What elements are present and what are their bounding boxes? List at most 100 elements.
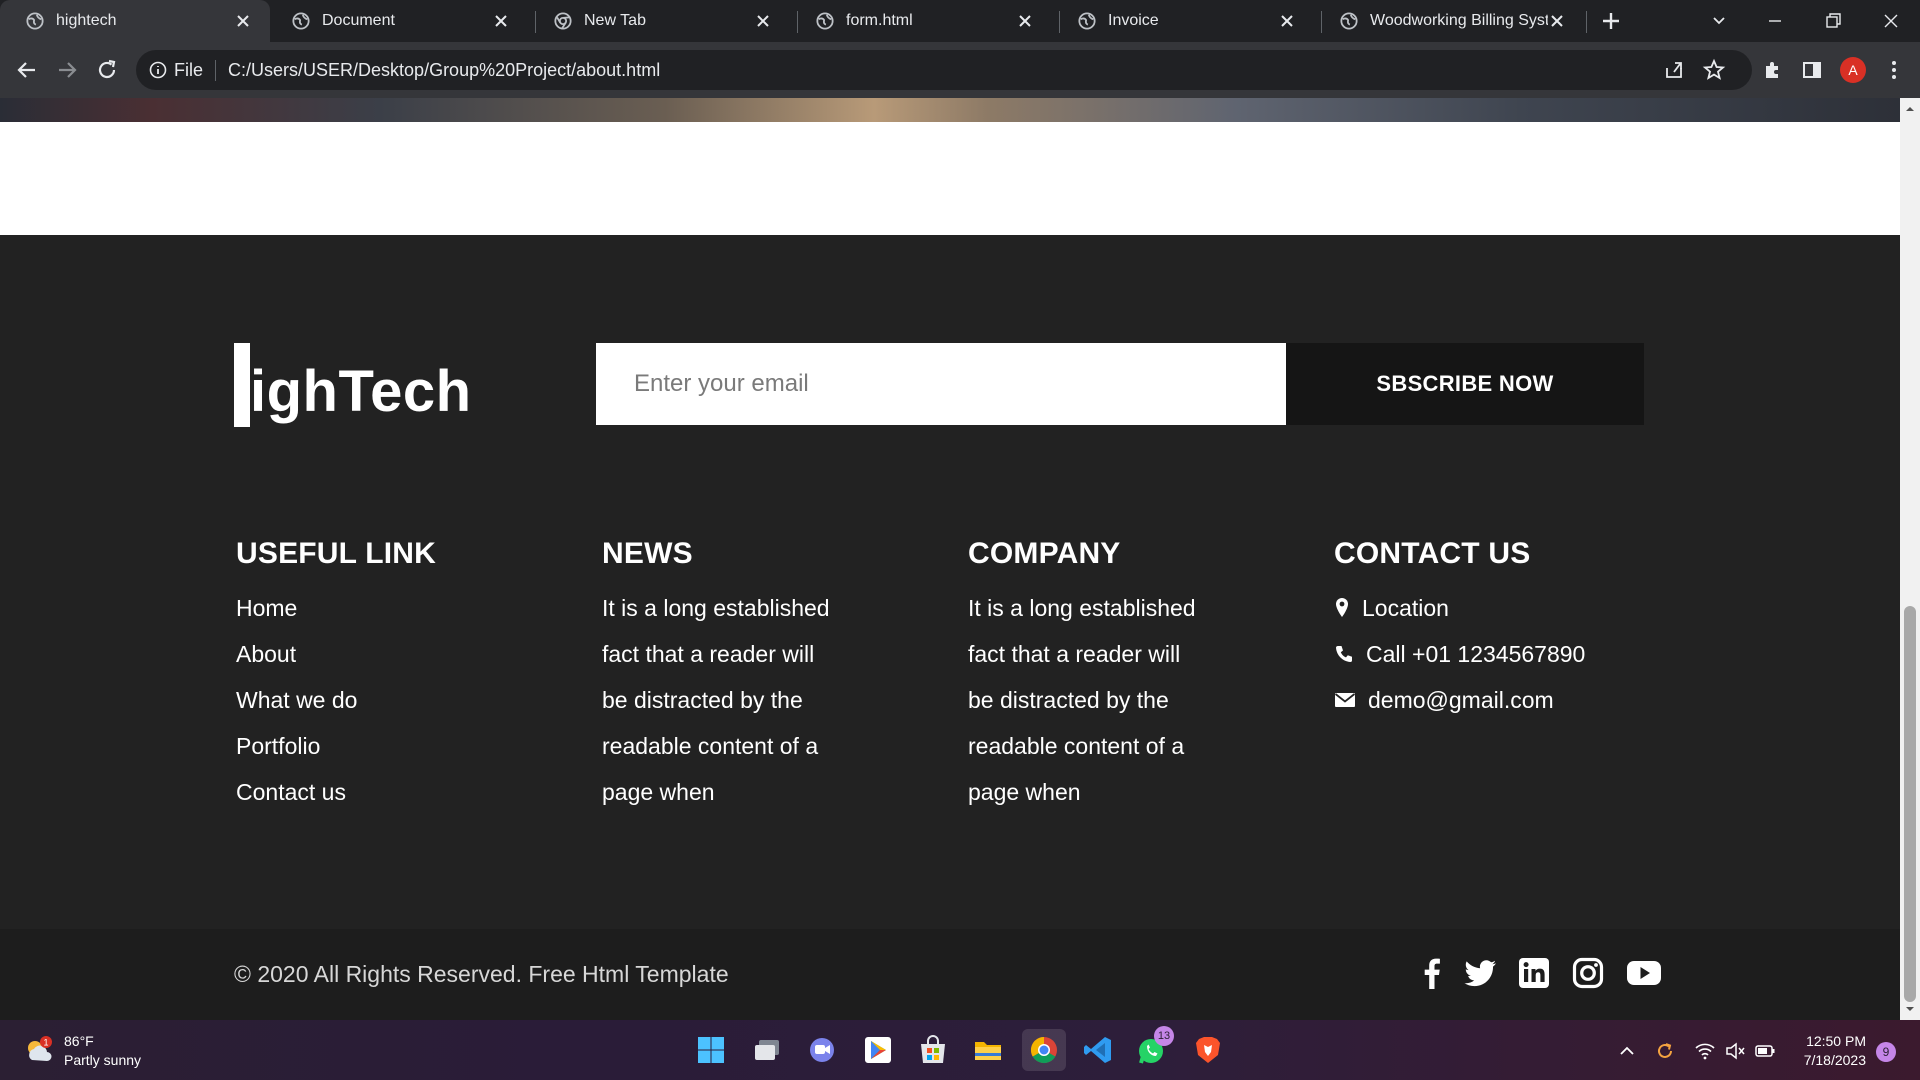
instagram-icon[interactable] (1568, 953, 1608, 993)
footer-link-contact-us[interactable]: Contact us (236, 769, 566, 815)
whatsapp-badge: 13 (1154, 1026, 1174, 1046)
sync-update-icon[interactable] (1654, 1040, 1676, 1062)
tab-new-tab[interactable]: New Tab (528, 0, 790, 42)
tab-hightech[interactable]: hightech (0, 0, 270, 42)
useful-link-column: USEFUL LINK Home About What we do Portfo… (236, 537, 566, 815)
bookmark-star-icon[interactable] (1700, 56, 1728, 84)
news-column: NEWS It is a long established fact that … (602, 537, 932, 815)
minimize-icon[interactable] (1762, 8, 1788, 34)
whatsapp-taskbar-button[interactable]: 13 (1134, 1026, 1174, 1072)
close-tab-icon[interactable] (754, 12, 772, 30)
contact-column: CONTACT US Location Call +01 1234567890 … (1334, 537, 1664, 723)
footer-link-home[interactable]: Home (236, 585, 566, 631)
facebook-icon[interactable] (1412, 953, 1452, 993)
contact-email[interactable]: demo@gmail.com (1334, 677, 1664, 723)
footer-link-about[interactable]: About (236, 631, 566, 677)
close-tab-icon[interactable] (1548, 12, 1566, 30)
weather-description: Partly sunny (64, 1052, 142, 1068)
tab-separator (1586, 11, 1587, 33)
contact-email-text: demo@gmail.com (1368, 687, 1554, 713)
extensions-icon[interactable] (1758, 56, 1786, 84)
globe-icon (292, 12, 310, 30)
tab-title: Invoice (1108, 12, 1159, 29)
globe-icon (1078, 12, 1096, 30)
wifi-icon[interactable] (1694, 1040, 1716, 1062)
copyright-bar: © 2020 All Rights Reserved. Free Html Te… (0, 929, 1900, 1020)
tab-search-icon[interactable] (1706, 8, 1732, 34)
side-panel-icon[interactable] (1798, 56, 1826, 84)
location-pin-icon (1336, 598, 1348, 617)
tab-form[interactable]: form.html (790, 0, 1052, 42)
address-scheme-label: File (174, 59, 217, 81)
tab-invoice[interactable]: Invoice (1052, 0, 1314, 42)
partly-sunny-icon: 1 (28, 1036, 52, 1061)
weather-temperature: 86°F (64, 1033, 94, 1049)
close-window-icon[interactable] (1878, 8, 1904, 34)
new-tab-icon[interactable] (1598, 8, 1624, 34)
twitter-icon[interactable] (1460, 953, 1500, 993)
windows-start-icon[interactable] (693, 1032, 729, 1068)
footer-link-what-we-do[interactable]: What we do (236, 677, 566, 723)
close-tab-icon[interactable] (492, 12, 510, 30)
newsletter-email-input[interactable] (596, 343, 1286, 425)
menu-kebab-icon[interactable] (1880, 56, 1908, 84)
copyright-text: © 2020 All Rights Reserved. Free Html Te… (234, 961, 729, 987)
back-icon[interactable] (13, 56, 41, 84)
weather-widget[interactable]: 1 86°F Partly sunny (22, 1032, 141, 1070)
contact-phone-text: Call +01 1234567890 (1366, 641, 1586, 667)
close-tab-icon[interactable] (234, 12, 252, 30)
profile-avatar[interactable]: A (1840, 57, 1866, 83)
notification-count-badge[interactable]: 9 (1876, 1042, 1896, 1062)
scroll-up-arrow-icon[interactable] (1905, 104, 1915, 114)
battery-icon[interactable] (1754, 1040, 1776, 1062)
company-text-line: page when (968, 779, 1081, 805)
tab-woodworking[interactable]: Woodworking Billing Syster (1314, 0, 1584, 42)
address-url[interactable]: C:/Users/USER/Desktop/Group%20Project/ab… (228, 60, 660, 81)
phone-icon (1336, 646, 1352, 662)
subscribe-button[interactable]: SBSCRIBE NOW (1286, 343, 1644, 425)
close-tab-icon[interactable] (1278, 12, 1296, 30)
speaker-muted-icon[interactable] (1724, 1040, 1746, 1062)
news-text-line: page when (602, 779, 715, 805)
page-scrollbar[interactable] (1900, 98, 1920, 1020)
linkedin-icon[interactable] (1514, 953, 1554, 993)
vscode-icon[interactable] (1080, 1032, 1116, 1068)
close-tab-icon[interactable] (1016, 12, 1034, 30)
news-text-line: fact that a reader will (602, 641, 815, 667)
info-icon[interactable] (148, 60, 168, 80)
company-text-line: It is a long established (968, 595, 1196, 621)
scroll-down-arrow-icon[interactable] (1905, 1004, 1915, 1014)
chrome-icon (554, 12, 572, 30)
youtube-icon[interactable] (1624, 953, 1664, 993)
clock-time: 12:50 PM (1806, 1033, 1866, 1049)
restore-icon[interactable] (1820, 8, 1846, 34)
microsoft-store-icon[interactable] (915, 1032, 951, 1068)
brave-browser-icon[interactable] (1190, 1032, 1226, 1068)
teams-chat-icon[interactable] (804, 1032, 840, 1068)
news-text-line: It is a long established (602, 595, 830, 621)
tab-document[interactable]: Document (266, 0, 528, 42)
task-view-icon[interactable] (749, 1032, 785, 1068)
share-icon[interactable] (1660, 56, 1688, 84)
contact-phone[interactable]: Call +01 1234567890 (1334, 631, 1664, 677)
news-text-line: be distracted by the (602, 687, 803, 713)
tab-bar: hightech Document New Tab form.html Invo… (0, 0, 1920, 42)
chrome-taskbar-button[interactable] (1022, 1029, 1066, 1071)
contact-location[interactable]: Location (1334, 585, 1664, 631)
globe-icon (816, 12, 834, 30)
company-text-line: fact that a reader will (968, 641, 1181, 667)
scrollbar-thumb[interactable] (1904, 606, 1916, 1002)
file-explorer-icon[interactable] (970, 1032, 1006, 1068)
envelope-icon (1334, 693, 1356, 707)
address-bar[interactable]: File C:/Users/USER/Desktop/Group%20Proje… (136, 50, 1752, 90)
google-play-icon[interactable] (860, 1032, 896, 1068)
taskbar-clock[interactable]: 12:50 PM 7/18/2023 (1790, 1032, 1866, 1070)
company-text-line: be distracted by the (968, 687, 1169, 713)
reload-icon[interactable] (93, 56, 121, 84)
footer-link-portfolio[interactable]: Portfolio (236, 723, 566, 769)
hightech-logo[interactable]: ighTech (234, 343, 472, 427)
forward-icon[interactable] (53, 56, 81, 84)
news-text-line: readable content of a (602, 733, 819, 759)
globe-icon (26, 12, 44, 30)
show-hidden-icons-chevron-icon[interactable] (1616, 1040, 1638, 1062)
